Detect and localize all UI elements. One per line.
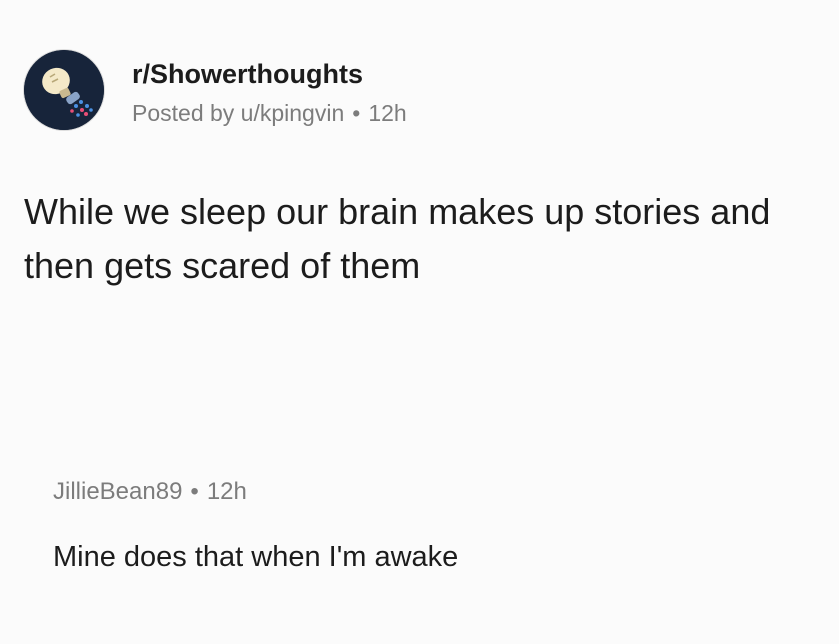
post-header: r/Showerthoughts Posted by u/kpingvin • 12… (24, 50, 804, 132)
meta-separator: • (352, 100, 361, 126)
post-time: 12h (368, 100, 407, 126)
subreddit-name[interactable]: r/Showerthoughts (132, 59, 363, 90)
post-meta: Posted by u/kpingvin • 12h (132, 100, 407, 127)
post-title[interactable]: While we sleep our brain makes up storie… (24, 185, 824, 293)
subreddit-avatar[interactable] (24, 50, 104, 130)
comment-meta-separator: • (190, 478, 199, 505)
comment-time: 12h (206, 478, 247, 505)
comment-author[interactable]: JillieBean89 (53, 478, 182, 505)
lightbulb-shower-icon (24, 50, 104, 130)
comment-body: Mine does that when I'm awake (53, 541, 459, 573)
comment-meta: JillieBean89 • 12h (53, 478, 247, 506)
posted-by[interactable]: Posted by u/kpingvin (132, 100, 344, 126)
